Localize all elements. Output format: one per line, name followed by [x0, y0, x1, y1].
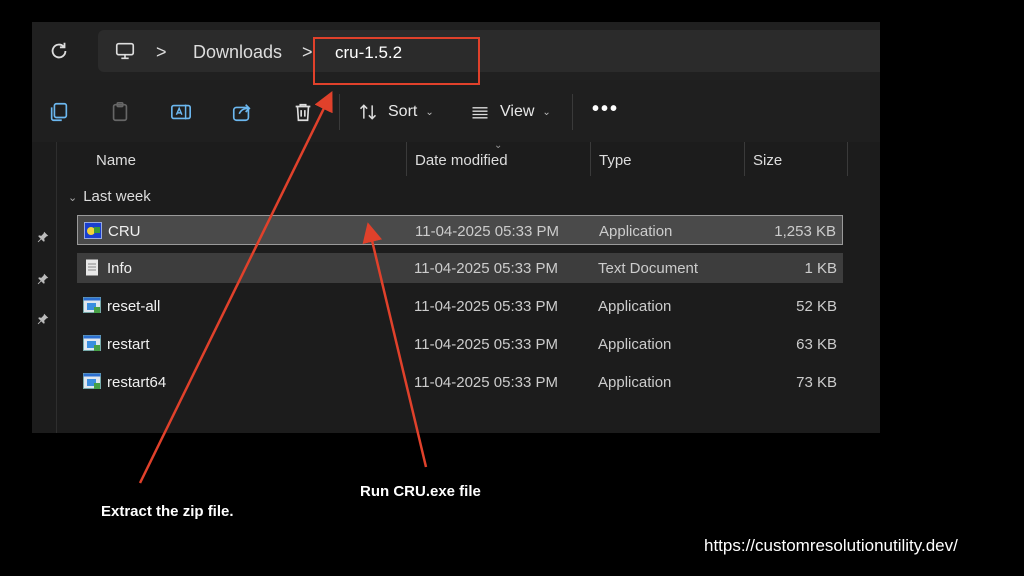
copy-icon[interactable]: [48, 101, 70, 123]
file-date-modified: 11-04-2025 05:33 PM: [415, 223, 559, 240]
rename-icon[interactable]: [170, 101, 192, 123]
file-date-modified: 11-04-2025 05:33 PM: [414, 260, 558, 277]
paste-icon[interactable]: [109, 101, 131, 123]
column-divider[interactable]: [744, 142, 745, 176]
column-name[interactable]: Name: [96, 152, 136, 169]
pin-icon[interactable]: [36, 272, 50, 286]
text-document-icon: [83, 259, 101, 276]
pin-icon[interactable]: [36, 312, 50, 326]
refresh-icon[interactable]: [48, 40, 70, 62]
toolbar-divider: [572, 94, 573, 130]
share-icon[interactable]: [231, 101, 253, 123]
file-date-modified: 11-04-2025 05:33 PM: [414, 336, 558, 353]
file-row[interactable]: Info 11-04-2025 05:33 PM Text Document 1 KB: [77, 253, 843, 283]
file-row[interactable]: CRU 11-04-2025 05:33 PM Application 1,253 K…: [77, 215, 843, 245]
toolbar-divider: [339, 94, 340, 130]
group-label: Last week: [83, 188, 151, 205]
column-date-modified[interactable]: Date modified: [415, 152, 508, 169]
this-pc-icon[interactable]: [114, 40, 136, 62]
file-date-modified: 11-04-2025 05:33 PM: [414, 298, 558, 315]
chevron-down-icon: ⌄: [494, 140, 503, 151]
file-row[interactable]: restart 11-04-2025 05:33 PM Application 63 …: [77, 329, 843, 359]
file-size: 63 KB: [796, 336, 837, 353]
breadcrumb-separator[interactable]: >: [156, 42, 167, 63]
delete-icon[interactable]: [292, 101, 314, 123]
sort-button[interactable]: Sort ⌄: [358, 100, 434, 124]
column-divider[interactable]: [406, 142, 407, 176]
cru-app-icon: [84, 222, 102, 239]
application-icon: [83, 373, 101, 390]
pin-icon[interactable]: [36, 230, 50, 244]
file-date-modified: 11-04-2025 05:33 PM: [414, 374, 558, 391]
column-divider[interactable]: [590, 142, 591, 176]
file-size: 52 KB: [796, 298, 837, 315]
address-bar[interactable]: > Downloads > cru-1.5.2: [98, 30, 880, 72]
sort-label: Sort: [388, 103, 418, 120]
navigation-pane: [32, 142, 57, 433]
sort-icon: [359, 104, 377, 120]
run-caption: Run CRU.exe file: [360, 483, 481, 500]
breadcrumb-downloads[interactable]: Downloads: [193, 42, 282, 63]
view-icon: [472, 107, 488, 119]
file-name: restart: [107, 336, 150, 353]
file-type: Application: [598, 336, 672, 353]
extract-caption: Extract the zip file.: [101, 503, 234, 520]
file-type: Application: [599, 223, 673, 240]
current-folder-highlight: [313, 37, 480, 85]
chevron-down-icon: ⌄: [68, 192, 78, 204]
file-name: CRU: [108, 223, 141, 240]
group-header-last-week[interactable]: ⌄ Last week: [68, 188, 151, 205]
file-size: 1,253 KB: [774, 223, 836, 240]
chevron-down-icon: ⌄: [425, 106, 434, 118]
column-divider[interactable]: [847, 142, 848, 176]
column-size[interactable]: Size: [753, 152, 782, 169]
file-name: reset-all: [107, 298, 161, 315]
more-options-button[interactable]: •••: [592, 98, 619, 121]
file-size: 1 KB: [804, 260, 837, 277]
breadcrumb-separator[interactable]: >: [302, 42, 313, 63]
column-type[interactable]: Type: [599, 152, 632, 169]
command-bar: Sort ⌄ View ⌄ •••: [32, 80, 880, 142]
view-label: View: [500, 103, 535, 120]
file-name: Info: [107, 260, 133, 277]
file-name: restart64: [107, 374, 167, 391]
application-icon: [83, 297, 101, 314]
file-type: Application: [598, 298, 672, 315]
footer-url: https://customresolutionutility.dev/: [704, 536, 958, 555]
application-icon: [83, 335, 101, 352]
file-type: Text Document: [598, 260, 699, 277]
file-row[interactable]: reset-all 11-04-2025 05:33 PM Application 5…: [77, 291, 843, 321]
file-row[interactable]: restart64 11-04-2025 05:33 PM Application 7…: [77, 367, 843, 397]
view-button[interactable]: View ⌄: [470, 100, 551, 124]
chevron-down-icon: ⌄: [542, 106, 551, 118]
column-header-row: Name Date modified Type Size: [56, 142, 880, 176]
file-type: Application: [598, 374, 672, 391]
file-size: 73 KB: [796, 374, 837, 391]
